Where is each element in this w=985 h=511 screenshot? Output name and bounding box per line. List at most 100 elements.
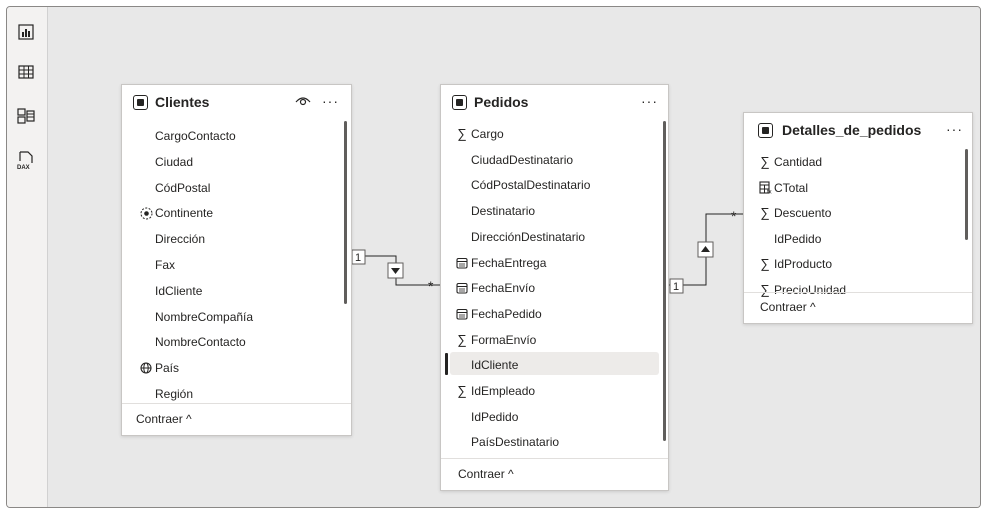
field-name: NombreContacto [155,335,246,350]
field-name: FechaPedido [471,306,542,321]
field-row[interactable]: Fax [139,254,329,276]
field-row[interactable]: Ciudad [139,151,329,173]
left-view-toolbar: DAX [7,7,48,507]
field-name: Cantidad [774,155,823,169]
field-row[interactable]: DirecciónDestinatario [455,226,645,248]
field-row[interactable]: NombreContacto [139,331,329,353]
sigma-icon: ∑ [457,331,467,347]
model-view-icon[interactable] [17,107,35,125]
calendar-icon [455,303,469,325]
field-name: Ciudad [155,154,194,169]
field-name: CódPostal [155,180,211,195]
field-row[interactable]: ∑ FormaEnvío [455,329,645,351]
field-name: País [155,361,180,376]
field-name: Continente [155,206,214,221]
report-view-icon[interactable] [17,23,35,41]
scrollbar[interactable] [965,149,968,240]
field-row[interactable]: CiudadDestinatario [455,149,645,171]
field-name: FechaEnvío [471,281,536,296]
field-name: IdPedido [471,409,519,424]
field-name: Región [155,387,194,401]
field-row[interactable]: ∑ Cantidad [758,151,948,173]
field-row[interactable]: NombreCompañía [139,306,329,328]
field-name: Cargo [471,127,504,141]
field-name: Destinatario [471,204,536,219]
table-card-detalles-de-pedidos[interactable]: Detalles_de_pedidos ··· ∑ Cantidad fx CTota… [743,112,973,324]
card-title: Clientes [155,94,210,110]
field-name: Dirección [155,232,206,247]
field-name: IdEmpleado [471,384,536,398]
field-name: DirecciónDestinatario [471,229,586,244]
sigma-icon: ∑ [457,383,467,398]
field-row[interactable]: FechaEntrega [455,252,645,274]
field-row[interactable]: IdPedido [758,228,948,250]
field-row[interactable]: CargoContacto [139,125,329,147]
field-row[interactable]: Destinatario [455,200,645,222]
field-name: IdPedido [774,231,822,246]
collapse-button[interactable]: Contraer ^ [136,412,192,426]
field-name: IdCliente [155,283,203,298]
table-icon [133,95,148,110]
card-footer: Contraer ^ [441,458,668,490]
table-card-pedidos[interactable]: Pedidos ··· ∑ Cargo CiudadDestinatario CódP… [440,84,669,491]
field-row[interactable]: FechaEnvío [455,277,645,299]
field-row[interactable]: IdCliente [139,280,329,302]
calendar-icon [455,277,469,299]
collapse-button[interactable]: Contraer ^ [760,300,816,314]
field-row[interactable]: País [139,357,329,379]
sigma-icon: ∑ [457,126,467,141]
hierarchy-icon [139,202,153,224]
visibility-eye-icon[interactable] [295,94,311,109]
card-header[interactable]: Detalles_de_pedidos ··· [744,113,972,149]
field-row[interactable]: ∑ Cargo [455,123,645,145]
field-name: CódPostalDestinatario [471,178,591,193]
dax-label: DAX [17,165,30,171]
field-row[interactable]: CódPostalDestinatario [455,174,645,196]
field-name: FechaEntrega [471,255,547,270]
field-row[interactable]: ∑ IdProducto [758,253,948,275]
field-name: CargoContacto [155,129,236,143]
field-name: IdProducto [774,257,833,272]
field-row[interactable]: ∑ Descuento [758,202,948,224]
card-header[interactable]: Pedidos ··· [441,85,668,119]
card-footer: Contraer ^ [744,292,972,323]
field-row[interactable]: ∑ IdEmpleado [455,380,645,402]
sigma-icon: ∑ [760,205,770,221]
table-icon [452,95,467,110]
field-row[interactable]: CódPostal [139,177,329,199]
field-row[interactable]: Continente [139,202,329,224]
dax-query-view-icon[interactable]: DAX [17,151,35,171]
field-name: CTotal [774,180,809,195]
more-options-icon[interactable]: ··· [322,92,339,110]
table-card-clientes[interactable]: Clientes ··· CargoContacto Ciudad CódPosta… [121,84,352,436]
scrollbar[interactable] [663,121,666,441]
field-row[interactable]: FechaPedido [455,303,645,325]
field-name: IdCliente [471,358,519,373]
more-options-icon[interactable]: ··· [946,120,963,138]
calculated-column-icon: fx [758,177,772,199]
field-row[interactable]: PaísDestinatario [455,431,645,453]
field-name: NombreCompañía [155,309,254,324]
card-header[interactable]: Clientes ··· [122,85,351,119]
more-options-icon[interactable]: ··· [641,92,658,110]
field-row[interactable]: Dirección [139,228,329,250]
globe-icon [139,357,153,379]
field-row[interactable]: Región [139,383,329,405]
field-row[interactable]: IdCliente [455,354,645,376]
sigma-icon: ∑ [760,256,770,272]
svg-text:fx: fx [767,190,772,195]
card-footer: Contraer ^ [122,403,351,435]
sigma-icon: ∑ [760,154,770,169]
selection-indicator [445,353,448,375]
collapse-button[interactable]: Contraer ^ [458,467,514,481]
calendar-icon [455,252,469,274]
card-title: Pedidos [474,94,529,110]
field-row[interactable]: fx CTotal [758,177,948,199]
table-view-icon[interactable] [17,63,35,81]
field-name: Descuento [774,206,832,221]
field-name: PaísDestinatario [471,435,560,450]
field-row[interactable]: IdPedido [455,406,645,428]
scrollbar[interactable] [344,121,347,304]
field-name: FormaEnvío [471,332,537,347]
field-name: Fax [155,258,176,272]
